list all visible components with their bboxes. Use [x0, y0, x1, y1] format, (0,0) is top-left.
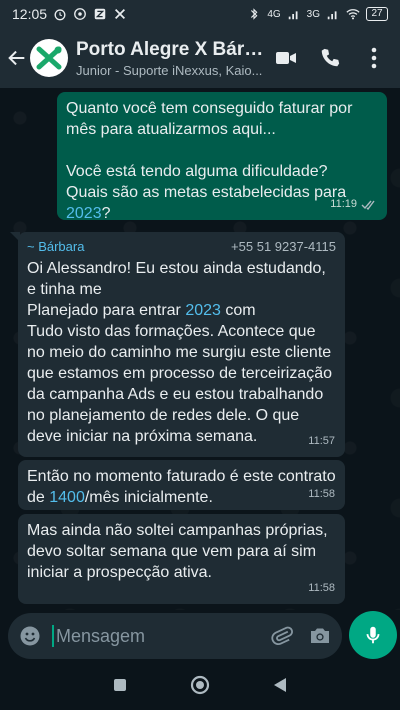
mic-icon [366, 626, 380, 644]
alarm-icon [54, 9, 66, 21]
message-line: Planejado para entrar 2023 com [27, 300, 336, 321]
message-line: Você está tendo alguma dificuldade? [66, 163, 328, 180]
status-bar: 12:05 4G 3G 27 [0, 0, 400, 28]
arrow-left-icon[interactable] [6, 47, 28, 69]
network-label-1: 4G [267, 8, 281, 20]
home-button[interactable] [189, 674, 211, 696]
composer-bar: Mensagem [0, 610, 400, 660]
message-body: Mas ainda não soltei campanhas próprias,… [27, 522, 328, 581]
message-meta: 11:58 [308, 578, 335, 599]
bluetooth-icon [251, 8, 258, 20]
chat-participants: Junior - Suporte iNexxus, Kaio... [76, 62, 263, 78]
network-label-2: 3G [306, 8, 320, 20]
message-punct: ? [101, 205, 111, 222]
bubble-tail [10, 232, 20, 242]
home-icon [190, 675, 210, 695]
app-icon [94, 8, 106, 20]
message-list[interactable]: Quanto você tem conseguido faturar por m… [0, 88, 400, 610]
wifi-icon [346, 9, 360, 20]
year-highlight[interactable]: 2023 [66, 205, 102, 222]
sender-phone[interactable]: +55 51 9237-4115 [231, 238, 336, 256]
group-avatar[interactable] [30, 39, 68, 77]
signal-icon [288, 11, 298, 20]
incoming-message[interactable]: ~ Bárbara +55 51 9237-4115 Oi Alessandro… [10, 232, 345, 457]
system-nav-bar [0, 660, 400, 710]
sender-row: ~ Bárbara +55 51 9237-4115 [27, 238, 336, 256]
signal-icon-2 [327, 11, 337, 20]
more-options-button[interactable] [362, 46, 386, 70]
message-line: Oi Alessandro! Eu estou ainda estudando, [27, 260, 326, 277]
more-vert-icon [371, 47, 377, 69]
emoji-icon[interactable] [18, 624, 42, 648]
message-line: mês para atualizarmos aqui... [66, 121, 276, 138]
paperclip-icon[interactable] [270, 624, 294, 648]
message-line: Quanto você tem conseguido faturar por [66, 100, 353, 117]
sender-name[interactable]: ~ Bárbara [27, 238, 84, 256]
phone-icon [321, 48, 340, 67]
outgoing-message[interactable]: Quanto você tem conseguido faturar por m… [57, 92, 387, 222]
video-call-button[interactable] [274, 46, 298, 70]
chat-title: Porto Alegre X Bárba... [76, 38, 274, 60]
message-meta: 11:58 [308, 484, 335, 505]
double-check-icon [361, 200, 375, 210]
incoming-message[interactable]: Mas ainda não soltei campanhas próprias,… [18, 514, 345, 604]
message-text: com [220, 302, 256, 319]
battery-indicator: 27 [366, 7, 388, 21]
settings-app-icon [115, 9, 126, 19]
message-time: 11:19 [330, 198, 357, 210]
message-meta: 11:57 [308, 431, 335, 452]
group-logo-icon [36, 46, 62, 70]
message-meta: 11:19 [330, 194, 377, 215]
clock: 12:05 [12, 6, 48, 22]
chat-title-block[interactable]: Porto Alegre X Bárba... Junior - Suporte… [76, 39, 274, 78]
mic-button[interactable] [349, 611, 397, 659]
message-input-box[interactable]: Mensagem [8, 613, 342, 659]
message-text: /mês inicialmente. [84, 489, 213, 506]
message-body: Tudo visto das formações. Acontece que n… [27, 323, 333, 445]
message-line: e tinha me [27, 281, 102, 298]
back-triangle-icon [274, 678, 286, 692]
recents-icon [114, 679, 126, 691]
camera-icon[interactable] [308, 624, 332, 648]
amount-highlight[interactable]: 1400 [49, 489, 85, 506]
message-time: 11:58 [308, 582, 335, 594]
recents-button[interactable] [109, 674, 131, 696]
message-input[interactable]: Mensagem [52, 625, 256, 647]
message-time: 11:57 [308, 435, 335, 447]
message-body: Então no momento faturado é este contrat… [27, 466, 336, 508]
back-nav-button[interactable] [269, 674, 291, 696]
incoming-message[interactable]: Então no momento faturado é este contrat… [18, 460, 345, 510]
voice-call-button[interactable] [318, 46, 342, 70]
year-highlight[interactable]: 2023 [185, 302, 221, 319]
message-text: Planejado para entrar [27, 302, 186, 319]
message-time: 11:58 [308, 488, 335, 500]
video-call-icon [276, 52, 296, 64]
chat-header: Porto Alegre X Bárba... Junior - Suporte… [0, 28, 400, 88]
whatsapp-icon [74, 8, 86, 20]
